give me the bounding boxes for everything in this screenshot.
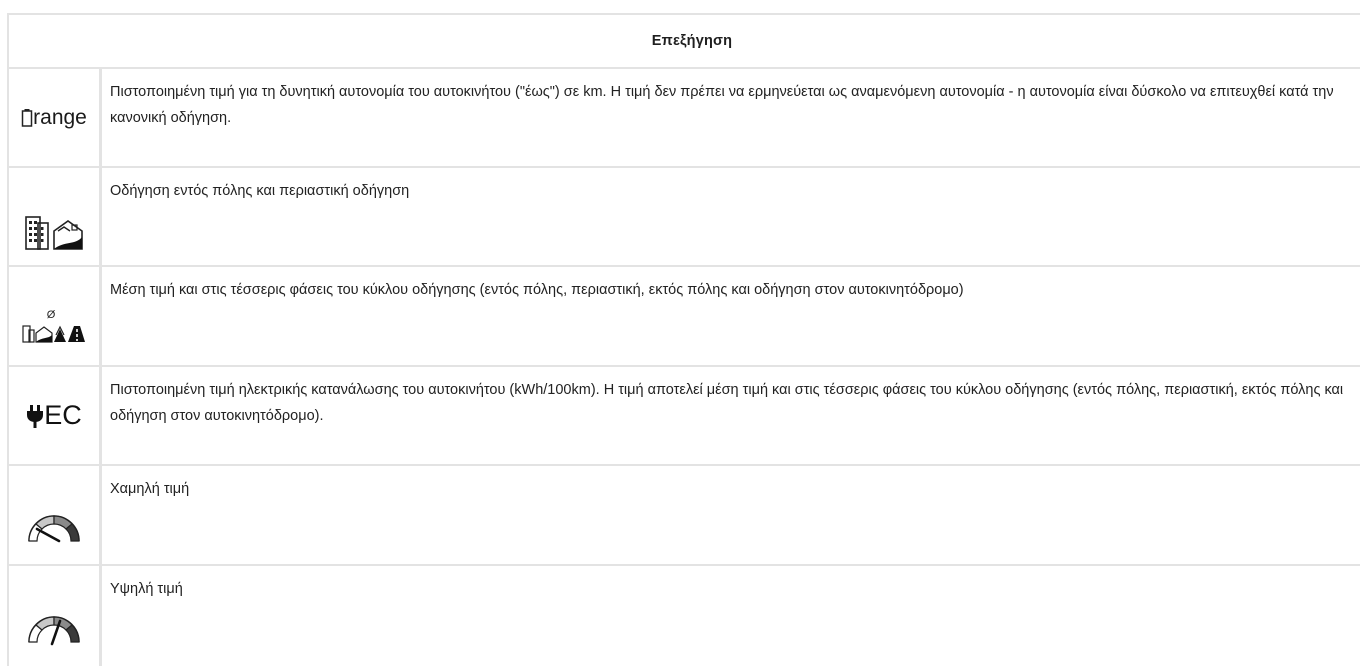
range-label: range bbox=[33, 105, 87, 129]
header-title: Επεξήγηση bbox=[651, 33, 733, 49]
table-row: Χαμηλή τιμή bbox=[9, 466, 1360, 566]
table-row: range Πιστοποιημένη τιμή για τη δυνητική… bbox=[9, 69, 1360, 168]
gauge-low-icon bbox=[9, 466, 102, 564]
city-suburban-driving-icon bbox=[9, 168, 102, 265]
ec-label: EC bbox=[44, 400, 82, 430]
battery-icon bbox=[21, 108, 33, 127]
table-row: Οδήγηση εντός πόλης και περιαστική οδήγη… bbox=[9, 168, 1360, 267]
battery-range-icon: range bbox=[9, 69, 102, 166]
legend-table: Επεξήγηση range Πιστοποιημένη τιμή για τ… bbox=[7, 13, 1360, 666]
row-description: Μέση τιμή και στις τέσσερις φάσεις του κ… bbox=[110, 282, 964, 298]
row-description: Υψηλή τιμή bbox=[110, 581, 183, 597]
gauge-high-icon bbox=[9, 566, 102, 666]
table-row: Υψηλή τιμή bbox=[9, 566, 1360, 666]
plug-ec-icon: EC bbox=[9, 367, 102, 464]
table-row: Ø Μέση τιμή και στις τέσσερις φάσεις του… bbox=[9, 267, 1360, 367]
average-symbol: Ø bbox=[46, 309, 56, 321]
table-header: Επεξήγηση bbox=[9, 15, 1360, 69]
plug-icon bbox=[27, 404, 44, 428]
row-description: Χαμηλή τιμή bbox=[110, 481, 190, 497]
table-row: EC Πιστοποιημένη τιμή ηλεκτρικής κατανάλ… bbox=[9, 367, 1360, 466]
row-description: Οδήγηση εντός πόλης και περιαστική οδήγη… bbox=[110, 183, 410, 199]
average-four-phases-icon: Ø bbox=[9, 267, 102, 365]
row-description: Πιστοποιημένη τιμή για τη δυνητική αυτον… bbox=[110, 84, 1334, 126]
row-description: Πιστοποιημένη τιμή ηλεκτρικής κατανάλωση… bbox=[110, 382, 1344, 424]
